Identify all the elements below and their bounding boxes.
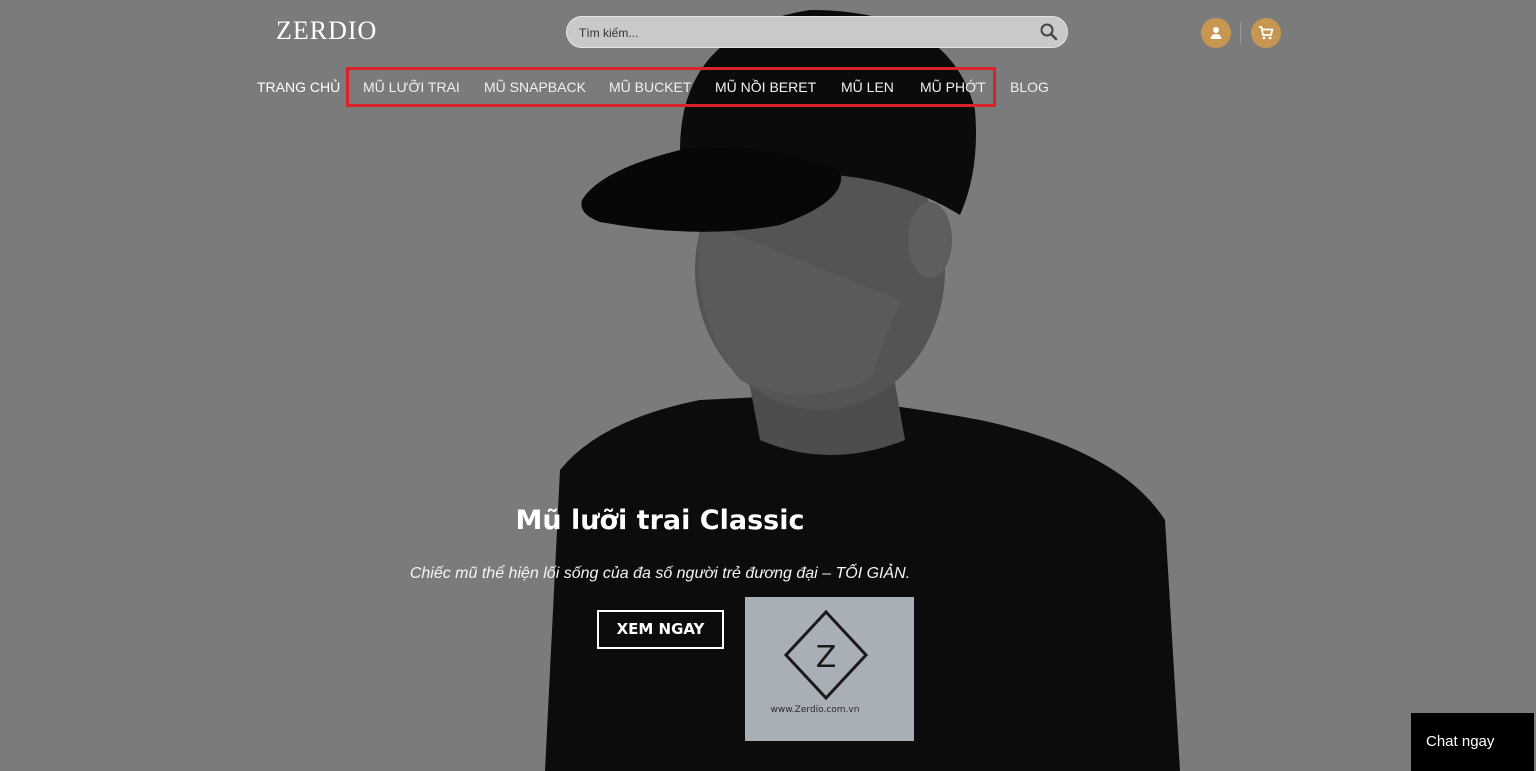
header-divider <box>1240 22 1241 44</box>
search-bar <box>566 16 1068 48</box>
search-input[interactable] <box>577 22 1021 44</box>
site-logo[interactable]: ZERDIO <box>276 16 377 46</box>
shirt-logo: Z <box>816 640 837 675</box>
cart-icon <box>1259 26 1274 40</box>
cart-button[interactable] <box>1251 18 1281 48</box>
account-button[interactable] <box>1201 18 1231 48</box>
search-icon <box>1040 23 1058 41</box>
chat-button[interactable]: Chat ngay <box>1411 713 1534 771</box>
view-now-button[interactable]: XEM NGAY <box>597 610 724 649</box>
user-icon <box>1210 27 1222 39</box>
hero-banner: Z www.Zerdio.com.vn <box>0 0 1536 771</box>
nav-highlight-box <box>346 67 996 107</box>
nav-item-home[interactable]: TRANG CHỦ <box>257 76 340 98</box>
hero-title: Mũ lưỡi trai Classic <box>515 505 805 536</box>
shirt-text: www.Zerdio.com.vn <box>771 705 860 715</box>
search-button[interactable] <box>1039 22 1059 42</box>
hero-subtitle: Chiếc mũ thể hiện lối sống của đa số ngư… <box>409 565 911 582</box>
nav-item-blog[interactable]: BLOG <box>1010 76 1049 98</box>
hero-image: Z www.Zerdio.com.vn <box>0 0 1536 771</box>
